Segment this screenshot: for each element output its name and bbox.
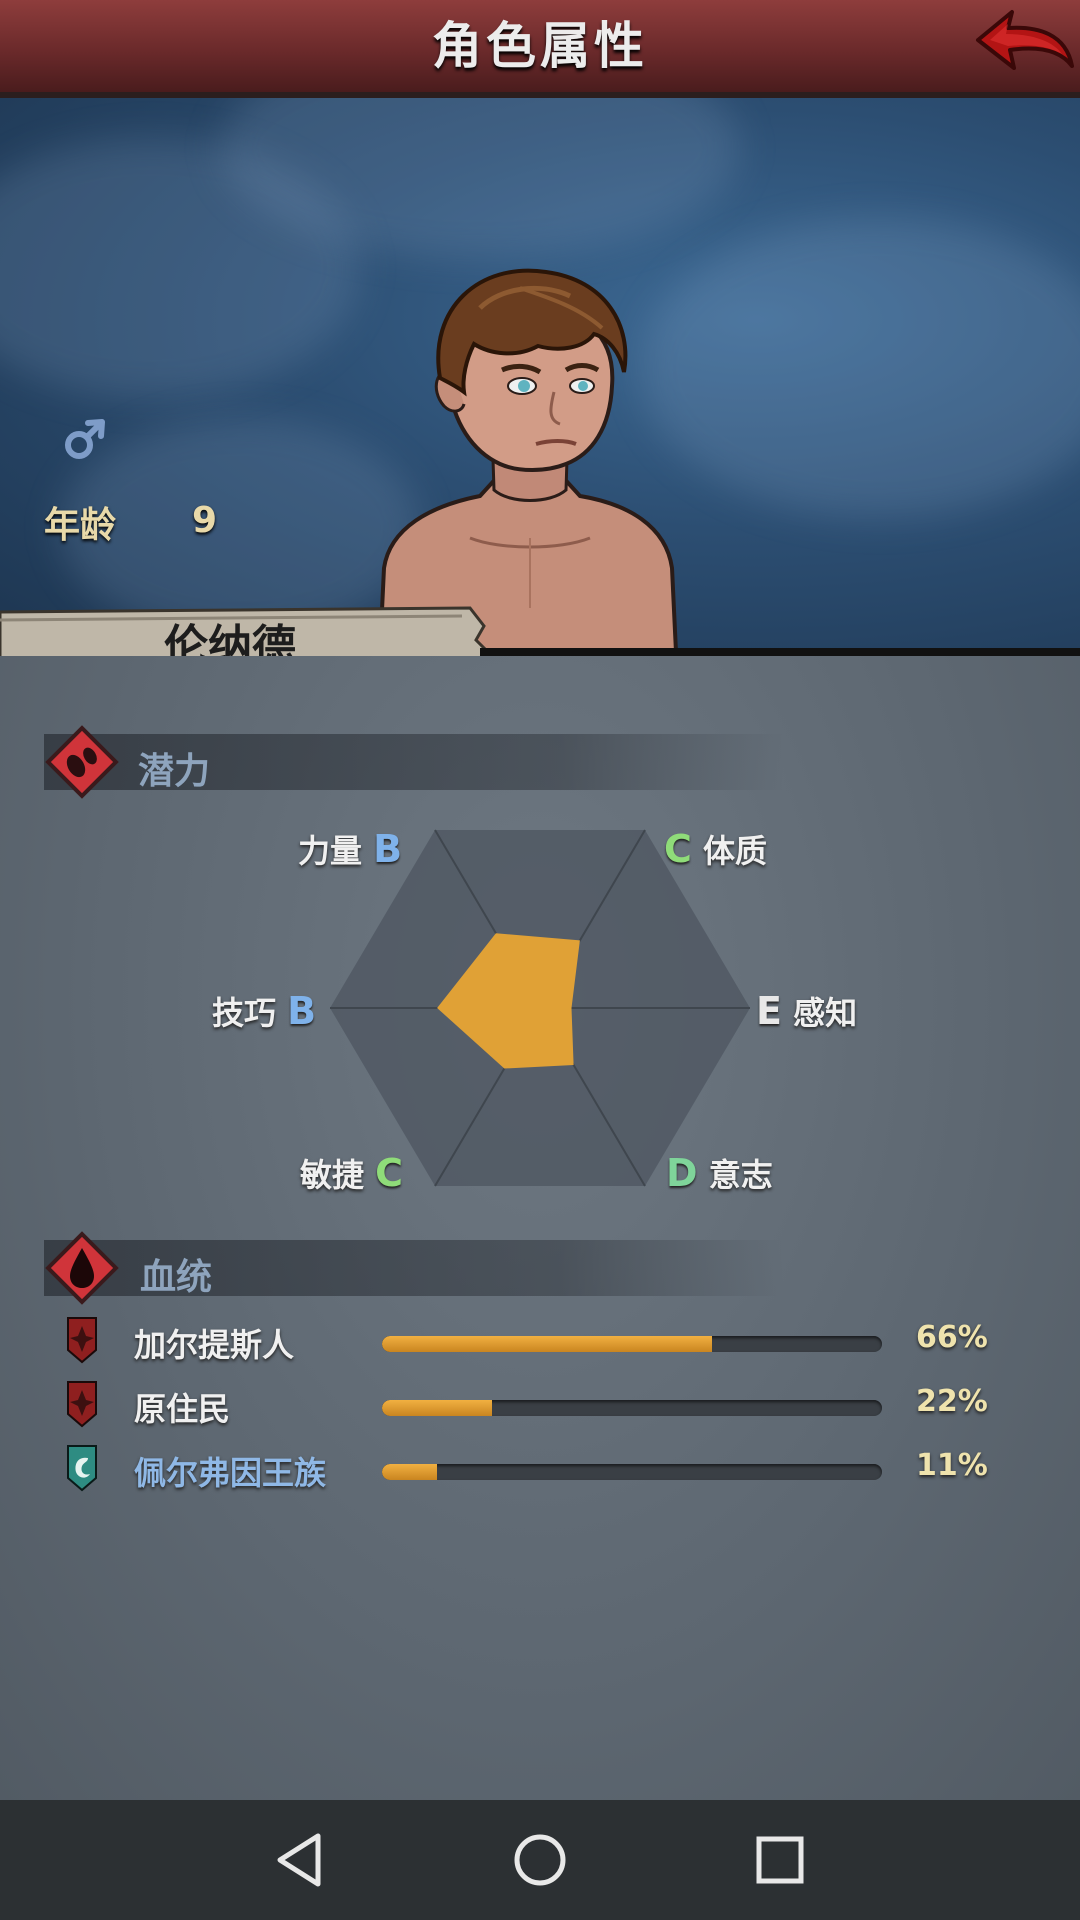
stat-constitution: C 体质 xyxy=(664,826,767,872)
stat-strength-grade: B xyxy=(373,827,403,871)
bloodline-emblem-icon xyxy=(67,1445,97,1492)
bloodline-progress-fill xyxy=(382,1400,492,1416)
bloodline-section-title: 血统 xyxy=(140,1257,213,1298)
back-triangle-icon[interactable] xyxy=(272,1830,332,1890)
bloodline-emblem-icon xyxy=(67,1381,97,1428)
stat-agility-grade: C xyxy=(375,1151,404,1195)
header-bar: 角色属性 xyxy=(0,0,1080,98)
bloodline-row: 原住民 22% xyxy=(60,1380,1000,1432)
bloodline-progress-fill xyxy=(382,1464,437,1480)
stat-will-label: 意志 xyxy=(708,1156,773,1194)
bloodline-row: 加尔提斯人 66% xyxy=(60,1316,1000,1368)
stat-strength: 力量 B xyxy=(298,826,402,872)
stat-agility-label: 敏捷 xyxy=(300,1156,365,1194)
stat-perception-label: 感知 xyxy=(793,994,858,1032)
home-circle-icon[interactable] xyxy=(510,1830,570,1890)
bloodline-row: 佩尔弗因王族 11% xyxy=(60,1444,1000,1496)
stat-agility: 敏捷 C xyxy=(300,1150,403,1196)
potential-section-title: 潜力 xyxy=(138,751,211,792)
male-gender-icon xyxy=(65,419,105,459)
footprint-icon xyxy=(45,725,119,799)
stat-will: D 意志 xyxy=(666,1150,773,1196)
bloodline-progress-fill xyxy=(382,1336,712,1352)
character-attributes-screen: 角色属性 年龄 9 伦纳德 潜力 力量 B C 体质 E 感知 D 意志 敏捷 … xyxy=(0,0,1080,1920)
age-label: 年龄 xyxy=(44,505,117,546)
bloodline-progress-track xyxy=(382,1336,882,1352)
bloodline-progress-track xyxy=(382,1464,882,1480)
bloodline-name: 佩尔弗因王族 xyxy=(134,1454,327,1492)
stat-strength-label: 力量 xyxy=(298,832,363,870)
bloodline-name: 原住民 xyxy=(134,1390,231,1428)
character-portrait xyxy=(377,268,679,652)
stat-skill: 技巧 B xyxy=(212,988,316,1034)
stat-perception-grade: E xyxy=(756,989,782,1033)
age-value: 9 xyxy=(192,500,218,541)
stat-skill-label: 技巧 xyxy=(212,994,277,1032)
page-title: 角色属性 xyxy=(432,17,648,75)
stat-perception: E 感知 xyxy=(756,988,857,1034)
blood-drop-icon xyxy=(45,1231,119,1305)
stat-will-grade: D xyxy=(666,1151,698,1195)
bloodline-percent: 22% xyxy=(916,1384,988,1419)
back-arrow-icon[interactable] xyxy=(968,4,1076,84)
stat-skill-grade: B xyxy=(287,989,317,1033)
bloodline-name: 加尔提斯人 xyxy=(134,1326,295,1364)
stat-constitution-grade: C xyxy=(664,827,692,871)
bloodline-percent: 11% xyxy=(916,1448,988,1483)
bloodline-progress-track xyxy=(382,1400,882,1416)
bloodline-emblem-icon xyxy=(67,1317,97,1364)
recents-square-icon[interactable] xyxy=(750,1830,810,1890)
stat-constitution-label: 体质 xyxy=(703,832,768,870)
system-nav-bar xyxy=(0,1800,1080,1920)
potential-radar-chart xyxy=(330,829,750,1187)
bloodline-percent: 66% xyxy=(916,1320,988,1355)
